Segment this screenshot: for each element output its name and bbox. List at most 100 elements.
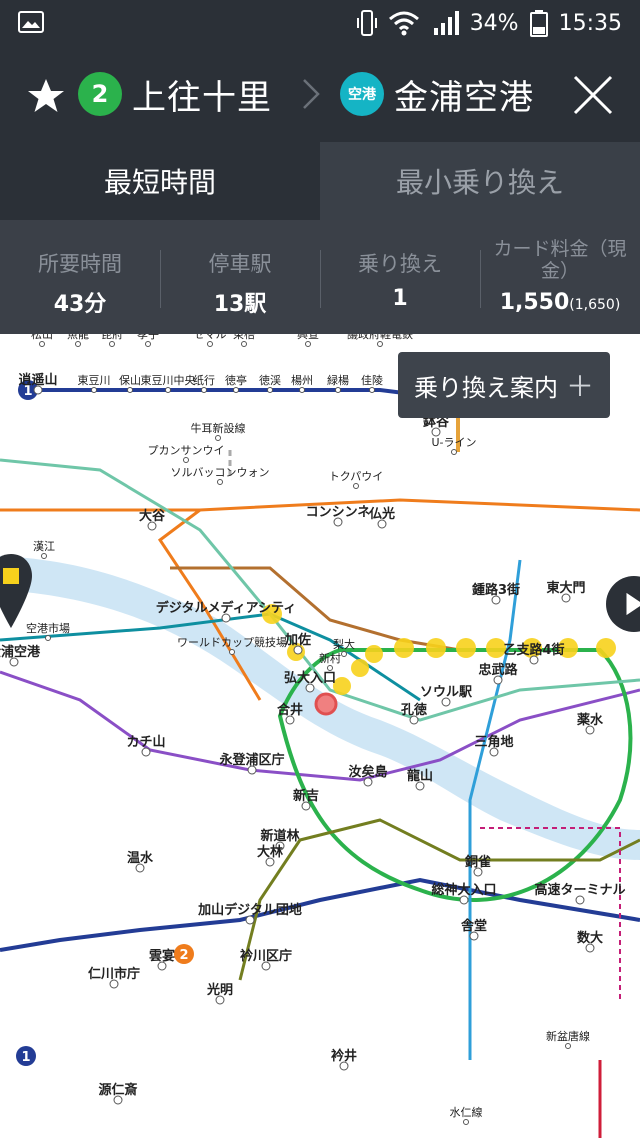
station-label[interactable]: 龍山 [407,768,433,784]
station-dot[interactable] [207,341,213,347]
station-label[interactable]: 数大 [577,930,603,946]
station-label[interactable]: 源仁斎 [98,1082,137,1098]
station-dot[interactable] [217,479,223,485]
station-dot[interactable] [229,649,235,655]
play-icon[interactable] [604,574,640,634]
transfer-guide-button[interactable]: 乗り換え案内 ＋ [398,352,610,418]
subway-map[interactable]: 1 2 1 逍遥山 東豆川 保山 東豆川中央 纸行 徳亭 徳渓 楊州 緑楊 佳陵 松山 魚龍 昆府 孝子セ… [0,334,640,1138]
station-dot[interactable] [299,387,305,393]
station-label[interactable]: 温水 [127,850,154,866]
station-label[interactable]: 議政府軽電鉄 [347,334,413,341]
station-dot[interactable] [145,341,151,347]
station-label[interactable]: 東豆川 [78,374,111,387]
station-label[interactable]: 銅雀 [465,854,491,870]
station-label[interactable]: ワールドカップ競技場 [177,635,287,649]
station-label[interactable]: 新道林 [260,828,299,844]
station-dot[interactable] [341,651,347,657]
station-label[interactable]: 合井 [277,702,303,718]
station-label[interactable]: ソウル駅 [420,685,473,700]
station-label[interactable]: 新村 [319,651,341,665]
station-label[interactable]: 仁川市庁 [88,966,140,982]
station-label[interactable]: 仏光 [369,506,395,522]
station-dot[interactable] [327,665,333,671]
station-label[interactable]: 保山 [119,373,141,387]
station-dot[interactable] [39,341,45,347]
station-label[interactable]: カチ山 [126,734,165,750]
station-label[interactable]: 松山 [31,334,53,341]
station-label[interactable]: 牛耳新設線 [191,421,246,435]
station-label[interactable]: 汝矣島 [348,764,387,780]
station-label[interactable]: 水仁線 [450,1105,483,1119]
station-dot[interactable] [353,483,359,489]
station-label[interactable]: U-ライン [431,436,476,449]
station-dot[interactable] [451,449,457,455]
station-label[interactable]: 纸行 [193,374,215,387]
station-label[interactable]: 舎堂 [461,918,487,934]
station-label[interactable]: 乙支路4街 [503,642,564,658]
station-label[interactable]: デジタルメディアシティ [156,600,297,616]
station-label[interactable]: 興宣 [297,334,319,341]
station-label[interactable]: 徳亭 [225,373,247,387]
station-label[interactable]: コンシンネ [306,505,371,520]
station-label[interactable]: 弘大入口 [284,670,336,686]
station-dot[interactable] [565,1043,571,1049]
station-dot[interactable] [233,387,239,393]
station-label[interactable]: 加佐 [284,632,311,648]
station-dot[interactable] [377,341,383,347]
station-label[interactable]: 佳陵 [361,373,383,387]
station-dot[interactable] [165,387,171,393]
station-dot[interactable] [267,387,273,393]
station-label[interactable]: 昆府 [101,334,123,341]
station-label[interactable]: 雲宴 [149,948,175,964]
station-dot[interactable] [127,387,133,393]
station-label[interactable]: 光明 [206,982,233,998]
station-label[interactable]: プカンサンウイ [148,444,225,457]
station-label[interactable]: 孝子 [137,334,159,341]
station-label[interactable]: 大林 [257,844,283,860]
station-dot[interactable] [335,387,341,393]
station-dot[interactable] [463,1119,469,1125]
map-pin-icon[interactable] [0,552,34,630]
station-label[interactable]: 漢江 [33,540,55,553]
station-label[interactable]: 衿川区庁 [240,948,292,964]
station-label[interactable]: 薬水 [576,712,604,728]
favorite-star-icon[interactable] [26,76,66,116]
station-dot[interactable] [201,387,207,393]
station-dot[interactable] [305,341,311,347]
station-dot[interactable] [215,435,221,441]
station-label[interactable]: ソルバッコンウォン [171,466,270,479]
station-dot[interactable] [45,635,51,641]
to-station[interactable]: 金浦空港 [394,70,534,119]
station-label[interactable]: 三角地 [474,734,513,750]
tab-fewest-transfers[interactable]: 最小乗り換え [320,142,640,220]
station-label[interactable]: 加山デジタル団地 [197,902,302,918]
station-dot[interactable] [109,341,115,347]
station-label[interactable]: 高速ターミナル [534,882,625,898]
station-label[interactable]: 魚龍 [67,334,89,341]
station-label[interactable]: 逍遥山 [18,372,57,388]
tab-fastest[interactable]: 最短時間 [0,142,320,220]
station-label[interactable]: 総神大入口 [431,882,496,898]
station-label[interactable]: トクパウイ [329,470,383,483]
station-label[interactable]: 梨大 [333,637,355,651]
station-label[interactable]: 徳渓 [259,374,281,387]
station-label[interactable]: 大谷 [139,508,166,524]
station-label[interactable]: 東梧 [233,334,255,341]
station-label[interactable]: 新盆唐線 [546,1029,590,1043]
station-dot[interactable] [241,341,247,347]
station-label[interactable]: 永登浦区庁 [218,752,284,768]
station-label[interactable]: 衿井 [331,1048,357,1064]
station-label[interactable]: 東豆川中央 [141,374,196,387]
station-label[interactable]: 鍾路3街 [472,582,520,598]
subway-map-canvas[interactable]: 1 2 1 逍遥山 東豆川 保山 東豆川中央纸行 徳亭 徳渓 楊州 緑楊 佳陵松山 魚龍 昆府 孝子セ… [0,334,640,1138]
close-icon[interactable] [572,74,614,116]
station-label[interactable]: 孔徳 [401,702,427,718]
station-label[interactable]: 新吉 [293,788,319,804]
station-dot[interactable] [91,387,97,393]
station-dot[interactable] [75,341,81,347]
station-label[interactable]: セマル [194,334,227,341]
station-label[interactable]: 楊州 [291,373,313,387]
station-label[interactable]: 忠武路 [478,662,518,678]
station-dot[interactable] [369,387,375,393]
station-label[interactable]: 緑楊 [327,373,349,387]
